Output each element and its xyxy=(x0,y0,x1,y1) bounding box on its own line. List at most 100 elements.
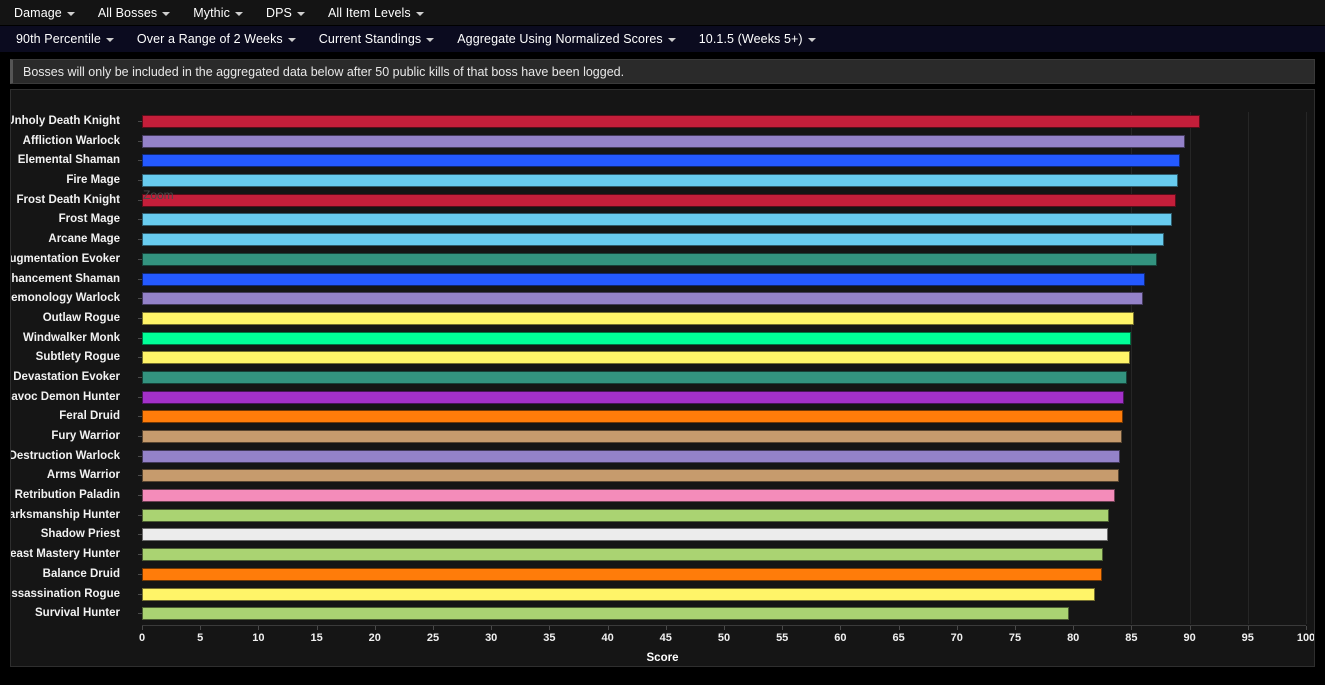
bar-category-label: Demonology Warlock xyxy=(10,292,120,305)
bar-row[interactable]: Beast Mastery Hunter xyxy=(11,545,1314,565)
bar-category-label: Windwalker Monk xyxy=(22,331,120,344)
x-tick-label: 65 xyxy=(892,632,905,645)
x-tick-label: 95 xyxy=(1241,632,1254,645)
chevron-down-icon xyxy=(66,11,75,16)
bar[interactable] xyxy=(142,607,1069,621)
bar[interactable] xyxy=(142,134,1185,148)
bar-category-label: Balance Druid xyxy=(42,567,120,580)
x-tick-mark xyxy=(142,626,143,631)
bar-row[interactable]: Devastation Evoker xyxy=(11,368,1314,388)
bar[interactable] xyxy=(142,115,1201,128)
menu-item-mythic[interactable]: Mythic xyxy=(189,4,254,22)
bar[interactable] xyxy=(142,430,1123,443)
bar[interactable] xyxy=(142,528,1109,542)
bar-row[interactable]: Arms Warrior xyxy=(11,466,1314,486)
bar[interactable] xyxy=(142,233,1164,247)
x-tick-label: 90 xyxy=(1183,632,1196,645)
bar[interactable] xyxy=(142,548,1104,562)
filter-item-current-standings[interactable]: Current Standings xyxy=(315,30,445,48)
bar-category-label: Fire Mage xyxy=(66,174,120,187)
bar-row[interactable]: Fire Mage xyxy=(11,171,1314,191)
bar-row[interactable]: Retribution Paladin xyxy=(11,486,1314,506)
bar-row[interactable]: Demonology Warlock xyxy=(11,289,1314,309)
bar-row[interactable]: Shadow Priest xyxy=(11,525,1314,545)
secondary-menu-bar: 90th Percentile Over a Range of 2 Weeks Cu… xyxy=(0,26,1325,53)
x-tick-label: 40 xyxy=(601,632,614,645)
chevron-down-icon xyxy=(296,11,305,16)
bar-row[interactable]: Arcane Mage xyxy=(11,230,1314,250)
x-tick-mark xyxy=(1306,626,1307,631)
menu-item-label: DPS xyxy=(265,5,292,20)
filter-item-over-a-range-of-2-weeks[interactable]: Over a Range of 2 Weeks xyxy=(133,30,307,48)
bar-row[interactable]: Windwalker Monk xyxy=(11,329,1314,349)
bar[interactable] xyxy=(142,410,1124,424)
bar[interactable] xyxy=(142,193,1176,207)
filter-item-aggregate-using-normalized-scores[interactable]: Aggregate Using Normalized Scores xyxy=(453,30,686,48)
bar[interactable] xyxy=(142,587,1096,601)
bar[interactable] xyxy=(142,311,1134,325)
bar-row[interactable]: Balance Druid xyxy=(11,565,1314,585)
menu-item-damage[interactable]: Damage xyxy=(10,4,86,22)
bar[interactable] xyxy=(142,272,1146,286)
x-tick-label: 70 xyxy=(950,632,963,645)
menu-item-dps[interactable]: DPS xyxy=(262,4,316,22)
bar[interactable] xyxy=(142,213,1173,227)
x-tick-mark xyxy=(840,626,842,631)
bar[interactable] xyxy=(142,469,1119,483)
bar-row[interactable]: Havoc Demon Hunter xyxy=(11,388,1314,408)
bar-row[interactable]: Outlaw Rogue xyxy=(11,309,1314,329)
bar-row[interactable]: Frost Death Knight xyxy=(11,191,1314,211)
bar-category-label: Survival Hunter xyxy=(35,607,120,620)
x-tick-mark xyxy=(316,626,318,631)
bar[interactable] xyxy=(142,390,1125,404)
x-tick-mark xyxy=(898,626,900,631)
chevron-down-icon xyxy=(234,11,243,16)
aggregation-notice: Bosses will only be included in the aggr… xyxy=(10,59,1315,84)
x-tick-label: 100 xyxy=(1296,632,1315,645)
bar-rows: Unholy Death Knight Affliction Warlock Ele… xyxy=(11,112,1314,624)
bar-row[interactable]: Fury Warrior xyxy=(11,427,1314,447)
bar[interactable] xyxy=(142,449,1120,463)
bar[interactable] xyxy=(142,351,1131,365)
bar[interactable] xyxy=(142,154,1181,168)
menu-item-label: Damage xyxy=(14,5,62,20)
plot-area: Unholy Death Knight Affliction Warlock Ele… xyxy=(11,90,1314,666)
bar-row[interactable]: Affliction Warlock xyxy=(11,132,1314,152)
x-tick-mark xyxy=(549,626,551,631)
bar[interactable] xyxy=(142,331,1132,345)
bar-row[interactable]: Enhancement Shaman xyxy=(11,270,1314,290)
bar-category-label: Unholy Death Knight xyxy=(10,115,120,127)
chevron-down-icon xyxy=(287,38,296,42)
bar[interactable] xyxy=(142,370,1127,384)
menu-item-all-item-levels[interactable]: All Item Levels xyxy=(324,4,435,22)
bar[interactable] xyxy=(142,567,1103,581)
bar-row[interactable]: Marksmanship Hunter xyxy=(11,506,1314,526)
bar-row[interactable]: Frost Mage xyxy=(11,210,1314,230)
chevron-down-icon xyxy=(807,38,816,42)
filter-item-10-1-5-weeks-5[interactable]: 10.1.5 (Weeks 5+) xyxy=(695,30,827,48)
bar[interactable] xyxy=(142,252,1157,266)
bar-category-label: Subtlety Rogue xyxy=(35,351,120,364)
bar-row[interactable]: Augmentation Evoker xyxy=(11,250,1314,270)
bar-row[interactable]: Assassination Rogue xyxy=(11,585,1314,605)
bar[interactable] xyxy=(142,508,1110,522)
bar-row[interactable]: Feral Druid xyxy=(11,407,1314,427)
filter-item-90th-percentile[interactable]: 90th Percentile xyxy=(12,30,125,48)
bar-row[interactable]: Elemental Shaman xyxy=(11,151,1314,171)
menu-item-label: Over a Range of 2 Weeks xyxy=(136,32,283,46)
bar-category-label: Fury Warrior xyxy=(51,430,120,442)
menu-item-label: All Bosses xyxy=(97,5,158,20)
bar-row[interactable]: Subtlety Rogue xyxy=(11,348,1314,368)
x-tick-mark xyxy=(433,626,434,631)
zoom-label[interactable]: Zoom xyxy=(143,188,174,202)
bar[interactable] xyxy=(142,174,1178,188)
bar-row[interactable]: Destruction Warlock xyxy=(11,447,1314,467)
bar-row[interactable]: Survival Hunter xyxy=(11,604,1314,624)
bar[interactable] xyxy=(142,489,1116,503)
menu-item-all-bosses[interactable]: All Bosses xyxy=(94,4,181,22)
bar[interactable] xyxy=(142,292,1144,306)
bar-row[interactable]: Unholy Death Knight xyxy=(11,112,1314,132)
x-tick-mark xyxy=(374,626,376,631)
chevron-down-icon xyxy=(415,11,424,16)
x-axis-title: Score xyxy=(646,652,679,665)
